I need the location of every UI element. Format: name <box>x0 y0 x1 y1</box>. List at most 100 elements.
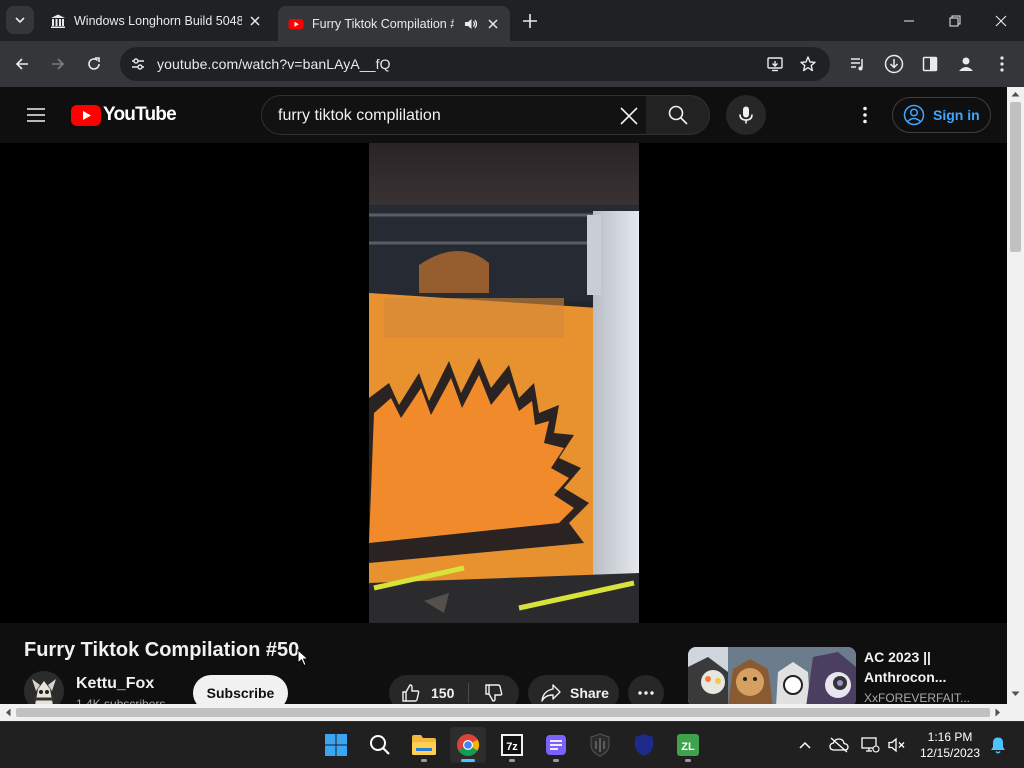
mouse-cursor-icon <box>297 649 309 667</box>
close-icon <box>995 15 1007 26</box>
recommended-video-thumbnail[interactable] <box>688 647 856 707</box>
search-input[interactable]: furry tiktok complilation <box>261 95 647 135</box>
settings-menu-button[interactable] <box>853 103 877 127</box>
7zip-app[interactable]: 7z <box>494 727 530 763</box>
download-icon <box>884 54 904 74</box>
kebab-menu-icon <box>863 106 867 124</box>
channel-name[interactable]: Kettu_Fox <box>76 675 154 693</box>
scrollbar-thumb[interactable] <box>1010 102 1021 252</box>
scrollbar-thumb[interactable] <box>16 708 990 717</box>
side-panel-button[interactable] <box>918 52 942 76</box>
tab-title: Windows Longhorn Build 5048 <box>74 13 242 28</box>
close-window-button[interactable] <box>978 0 1024 41</box>
recommended-video-title[interactable]: AC 2023 || Anthrocon... <box>864 647 994 687</box>
tab-search-button[interactable] <box>6 6 34 34</box>
close-icon[interactable] <box>248 14 262 28</box>
svg-text:ZL: ZL <box>681 741 695 753</box>
profile-icon <box>959 57 973 71</box>
media-controls-button[interactable] <box>846 52 870 76</box>
system-clock[interactable]: 1:16 PM 12/15/2023 <box>912 729 988 761</box>
browser-toolbar: youtube.com/watch?v=banLAyA__fQ <box>0 41 1024 87</box>
horizontal-scrollbar[interactable] <box>0 704 1024 721</box>
back-button[interactable] <box>10 52 34 76</box>
network-tray-icon[interactable] <box>856 727 884 763</box>
clock-date: 12/15/2023 <box>919 746 981 760</box>
clear-search-icon[interactable] <box>618 105 640 127</box>
kebab-menu-icon <box>1000 56 1004 72</box>
close-icon[interactable] <box>486 17 500 31</box>
site-settings-icon[interactable] <box>130 56 146 72</box>
windows-logo-icon <box>325 734 347 756</box>
install-app-icon[interactable] <box>766 55 784 73</box>
minimize-button[interactable] <box>886 0 932 41</box>
reload-button[interactable] <box>82 52 106 76</box>
running-indicator <box>509 759 515 762</box>
tab-windows-longhorn[interactable]: Windows Longhorn Build 5048 <box>40 0 272 41</box>
account-circle-icon <box>903 104 925 126</box>
blue-shield-app[interactable] <box>626 727 662 763</box>
tab-youtube-video[interactable]: Furry Tiktok Compilation #50 - YouTube <box>278 6 510 41</box>
windows-taskbar: 7z ZL 1:16 PM 12/15/2023 <box>0 721 1024 768</box>
share-label: Share <box>570 685 609 701</box>
volume-muted-icon <box>888 737 905 753</box>
vertical-scrollbar[interactable] <box>1007 87 1024 704</box>
running-indicator <box>553 759 559 762</box>
svg-text:7z: 7z <box>506 741 518 753</box>
onedrive-tray-icon[interactable] <box>824 727 854 763</box>
running-indicator <box>421 759 427 762</box>
profile-button[interactable] <box>954 52 978 76</box>
playlist-music-icon <box>851 58 863 71</box>
chrome-icon <box>457 734 479 756</box>
chrome-app[interactable] <box>450 727 486 763</box>
minimize-icon <box>904 20 914 21</box>
zl-app[interactable]: ZL <box>670 727 706 763</box>
youtube-logo[interactable]: YouTube <box>71 104 177 126</box>
file-explorer-app[interactable] <box>406 727 442 763</box>
like-count: 150 <box>431 685 455 701</box>
search-button[interactable] <box>646 95 710 135</box>
notes-app[interactable] <box>538 727 574 763</box>
show-hidden-icons-button[interactable] <box>790 727 820 763</box>
sign-in-button[interactable]: Sign in <box>892 97 991 133</box>
tab-strip: Windows Longhorn Build 5048 Furry Tiktok… <box>0 0 1024 41</box>
speaker-icon[interactable] <box>464 17 478 31</box>
search-query-text: furry tiktok complilation <box>278 107 441 124</box>
video-frame[interactable] <box>369 143 639 623</box>
bell-icon <box>991 737 1005 754</box>
new-tab-plus-icon[interactable] <box>520 11 540 31</box>
notifications-button[interactable] <box>986 727 1010 763</box>
chrome-menu-button[interactable] <box>990 52 1014 76</box>
7zip-icon: 7z <box>501 734 523 756</box>
shield-icon <box>635 734 653 756</box>
voice-search-button[interactable] <box>726 95 766 135</box>
scroll-left-arrow-icon[interactable] <box>5 708 11 717</box>
shield-icon <box>590 733 610 757</box>
downloads-button[interactable] <box>882 52 906 76</box>
address-bar[interactable]: youtube.com/watch?v=banLAyA__fQ <box>120 47 830 81</box>
start-button[interactable] <box>318 727 354 763</box>
restore-icon <box>949 15 961 26</box>
tab-title: Furry Tiktok Compilation #50 - YouTube <box>312 16 454 31</box>
guide-menu-button[interactable] <box>24 103 48 127</box>
restore-button[interactable] <box>932 0 978 41</box>
taskbar-search-button[interactable] <box>362 727 398 763</box>
side-panel-icon <box>922 56 938 72</box>
volume-tray-icon[interactable] <box>884 727 910 763</box>
share-arrow-icon <box>541 684 561 702</box>
youtube-logo-text: YouTube <box>103 104 177 125</box>
running-indicator <box>685 759 691 762</box>
reload-icon <box>88 57 100 70</box>
folder-icon <box>412 735 436 755</box>
video-title: Furry Tiktok Compilation #50 <box>24 639 300 661</box>
scroll-right-arrow-icon[interactable] <box>995 708 1001 717</box>
forward-button[interactable] <box>46 52 70 76</box>
thumbnail-image <box>688 647 856 707</box>
video-player[interactable] <box>0 143 1007 623</box>
bookmark-star-icon[interactable] <box>799 55 817 73</box>
scroll-down-arrow-icon[interactable] <box>1011 691 1020 697</box>
dark-shield-app[interactable] <box>582 727 618 763</box>
arrow-left-icon <box>15 58 28 70</box>
more-horizontal-icon <box>638 691 654 695</box>
chevron-down-icon <box>15 17 25 24</box>
scroll-up-arrow-icon[interactable] <box>1011 91 1020 97</box>
